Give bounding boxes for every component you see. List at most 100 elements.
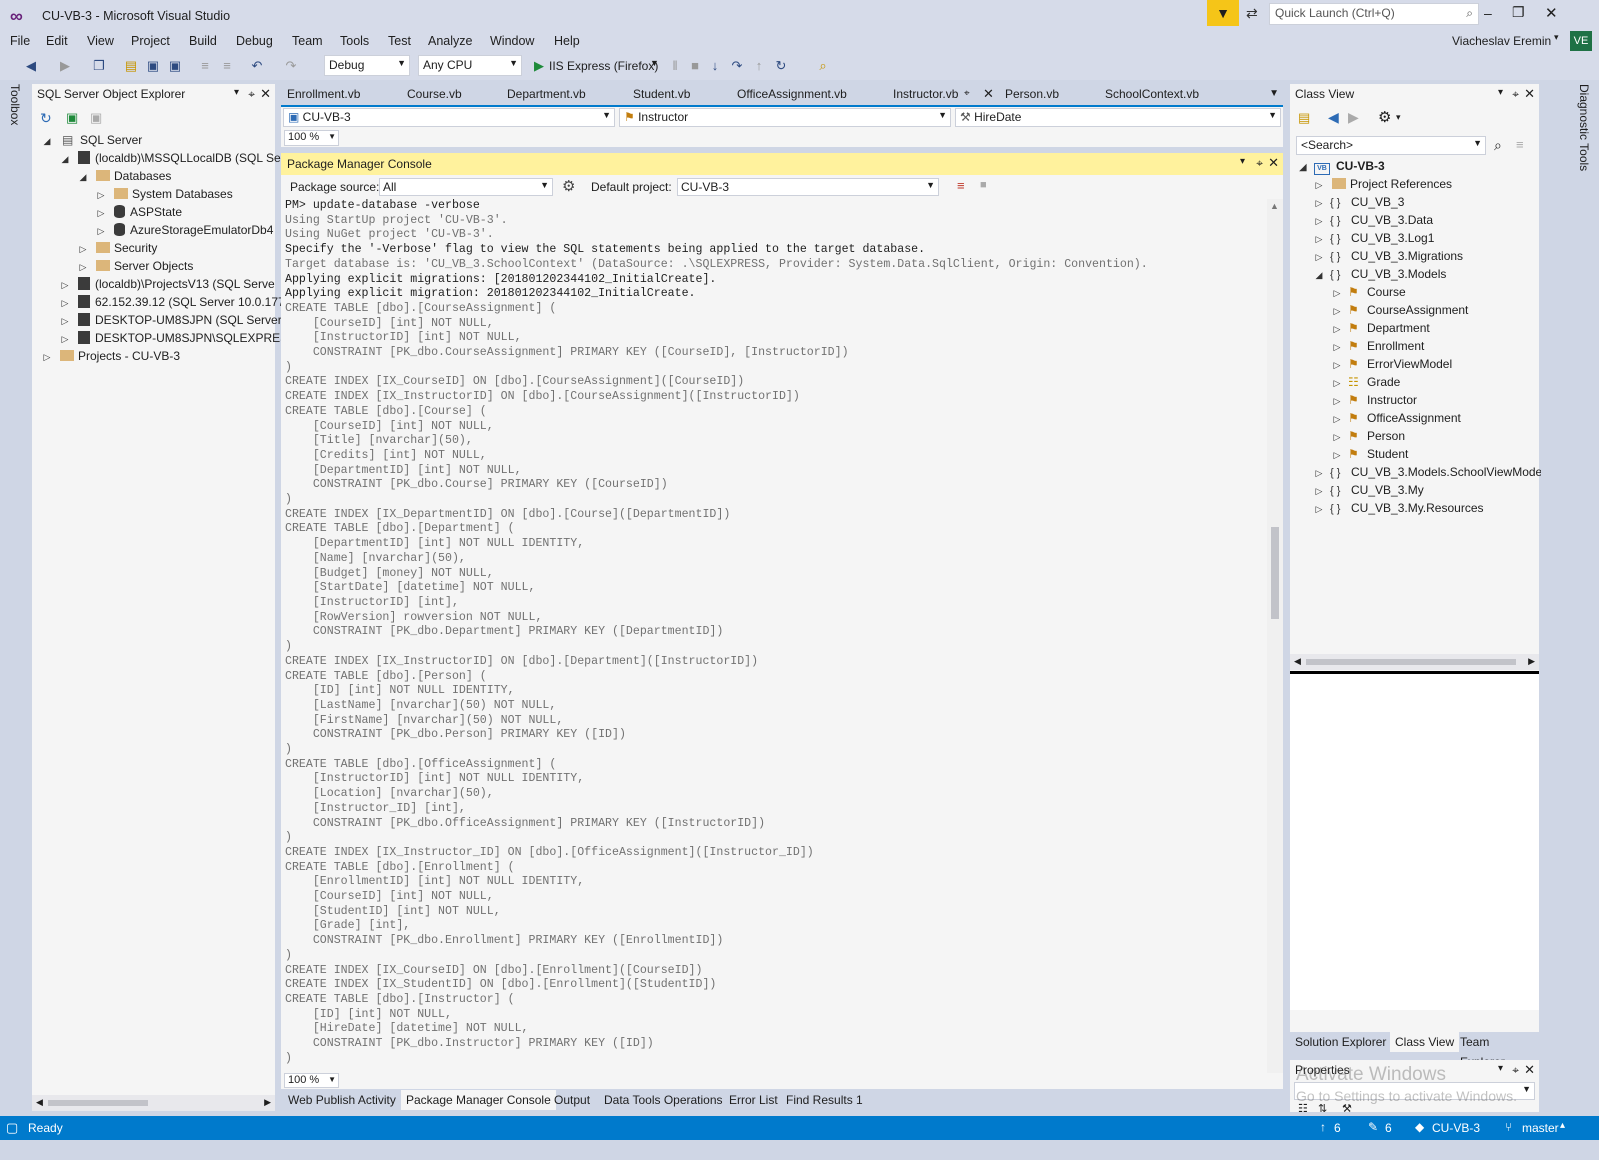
disconnect-icon[interactable]: ▣ [90, 110, 102, 126]
expand-icon[interactable]: ▷ [1330, 446, 1344, 464]
expand-icon[interactable]: ▷ [1330, 338, 1344, 356]
back-icon[interactable]: ◀ [1328, 109, 1339, 126]
expand-icon[interactable]: ▷ [94, 222, 108, 240]
close-icon[interactable]: ✕ [1524, 1062, 1535, 1078]
class-view-hscrollbar[interactable]: ◀ ▶ [1290, 654, 1539, 670]
expand-icon[interactable]: ▷ [1312, 194, 1326, 212]
expand-icon[interactable]: ▷ [94, 186, 108, 204]
collapse-icon[interactable]: ◢ [1296, 158, 1310, 176]
chevron-down-icon[interactable]: ▾ [234, 87, 239, 98]
scroll-right-icon[interactable]: ▶ [1528, 656, 1535, 667]
expand-icon[interactable]: ▷ [1312, 212, 1326, 230]
scroll-left-icon[interactable]: ◀ [1294, 656, 1301, 667]
tree-item-sql-server[interactable]: ◢ ▤ SQL Server [40, 131, 143, 149]
menu-test[interactable]: Test [388, 34, 411, 48]
new-folder-icon[interactable]: ▤ [1298, 110, 1310, 126]
tab-class-view[interactable]: Class View [1390, 1032, 1460, 1052]
notification-filter-icon[interactable]: ▼ [1207, 0, 1239, 26]
tree-item-ns-models[interactable]: ◢ { } CU_VB_3.Models [1312, 265, 1447, 284]
save-icon[interactable]: ▣ [144, 57, 162, 75]
tree-item-ns-my[interactable]: ▷ { } CU_VB_3.My [1312, 481, 1424, 499]
expand-icon[interactable]: ▷ [58, 330, 72, 348]
tree-item-class-course[interactable]: ▷ ⚑ Course [1330, 283, 1406, 301]
expand-icon[interactable]: ▷ [1312, 230, 1326, 248]
settings-gear-icon[interactable]: ⚙ [562, 177, 575, 195]
tree-item-class-office-assignment[interactable]: ▷ ⚑ OfficeAssignment [1330, 409, 1461, 427]
menu-edit[interactable]: Edit [46, 34, 68, 48]
restore-button[interactable]: ❐ [1512, 4, 1525, 21]
expand-icon[interactable]: ▷ [58, 312, 72, 330]
collapse-icon[interactable]: ◢ [1312, 266, 1326, 284]
menu-view[interactable]: View [87, 34, 114, 48]
expand-icon[interactable]: ▷ [1330, 410, 1344, 428]
expand-icon[interactable]: ▷ [1312, 248, 1326, 266]
new-project-icon[interactable]: ❐ [90, 57, 108, 75]
expand-icon[interactable]: ▷ [1330, 284, 1344, 302]
uncomment-icon[interactable]: ≡ [218, 57, 236, 75]
tab-solution-explorer[interactable]: Solution Explorer [1290, 1032, 1391, 1052]
tree-item-azure-storage-db[interactable]: ▷ AzureStorageEmulatorDb4 [94, 221, 273, 239]
collapse-icon[interactable]: ◢ [76, 168, 90, 186]
tree-item-ns-cu-vb-3[interactable]: ▷ { } CU_VB_3 [1312, 193, 1405, 212]
redo-icon[interactable]: ↷ [282, 57, 300, 75]
tab-department[interactable]: Department.vb [501, 84, 592, 105]
expand-icon[interactable]: ▷ [1312, 464, 1326, 482]
scroll-left-icon[interactable]: ◀ [36, 1097, 43, 1108]
step-over-icon[interactable]: ↷ [728, 57, 746, 75]
member-nav-select[interactable]: ⚒ HireDate ▼ [955, 108, 1281, 127]
tree-item-class-error-view-model[interactable]: ▷ ⚑ ErrorViewModel [1330, 355, 1453, 374]
minimize-button[interactable]: – [1484, 5, 1492, 21]
project-nav-select[interactable]: ▣ CU-VB-3 ▼ [283, 108, 615, 127]
find-icon[interactable]: ⌕ [814, 57, 832, 75]
search-icon[interactable]: ⌕ [1494, 137, 1502, 154]
tab-school-context[interactable]: SchoolContext.vb [1099, 84, 1205, 105]
pin-icon[interactable]: ⌖ [964, 88, 970, 99]
tab-person[interactable]: Person.vb [999, 84, 1065, 105]
forward-icon[interactable]: ▶ [1348, 109, 1359, 126]
undo-icon[interactable]: ↶ [248, 57, 266, 75]
tree-item-remote-server[interactable]: ▷ 62.152.39.12 (SQL Server 10.0.177 [58, 293, 285, 311]
expand-icon[interactable]: ▷ [1330, 320, 1344, 338]
refresh-icon[interactable]: ↻ [40, 110, 52, 127]
tab-data-tools-operations[interactable]: Data Tools Operations [599, 1090, 728, 1110]
scroll-right-icon[interactable]: ▶ [264, 1097, 271, 1108]
settings-gear-icon[interactable]: ⚙ [1378, 108, 1391, 126]
tree-item-class-enrollment[interactable]: ▷ ⚑ Enrollment [1330, 337, 1425, 356]
run-target-chevron-icon[interactable]: ▼ [650, 58, 659, 68]
save-all-icon[interactable]: ▣ [166, 57, 184, 75]
pending-changes-icon[interactable]: ✎ [1368, 1120, 1378, 1134]
branch-icon[interactable]: ⑂ [1505, 1120, 1512, 1134]
expand-icon[interactable]: ▷ [1330, 428, 1344, 446]
pending-changes-count[interactable]: 6 [1385, 1121, 1392, 1135]
tree-item-class-instructor[interactable]: ▷ ⚑ Instructor [1330, 391, 1417, 409]
expand-icon[interactable]: ▷ [94, 204, 108, 222]
expand-icon[interactable]: ▷ [1330, 356, 1344, 374]
open-file-icon[interactable]: ▤ [122, 57, 140, 75]
user-name[interactable]: Viacheslav Eremin [1452, 34, 1551, 48]
repository-name[interactable]: CU-VB-3 [1432, 1121, 1480, 1135]
menu-tools[interactable]: Tools [340, 34, 369, 48]
tree-item-class-course-assignment[interactable]: ▷ ⚑ CourseAssignment [1330, 301, 1469, 320]
quick-launch-input[interactable]: Quick Launch (Ctrl+Q) ⌕ [1269, 3, 1479, 25]
step-into-icon[interactable]: ↓ [706, 57, 724, 75]
expand-icon[interactable]: ▷ [1330, 302, 1344, 320]
scroll-thumb[interactable] [1306, 659, 1516, 665]
menu-help[interactable]: Help [554, 34, 580, 48]
feedback-icon[interactable]: ⇄ [1246, 5, 1258, 22]
expand-icon[interactable]: ▷ [76, 258, 90, 276]
tree-item-ns-school-view-models[interactable]: ▷ { } CU_VB_3.Models.SchoolViewModels [1312, 463, 1551, 481]
tab-instructor[interactable]: Instructor.vb [887, 84, 964, 105]
tree-item-ns-data[interactable]: ▷ { } CU_VB_3.Data [1312, 211, 1434, 230]
tree-item-security[interactable]: ▷ Security [76, 239, 158, 257]
menu-debug[interactable]: Debug [236, 34, 273, 48]
solution-config-select[interactable]: Debug ▼ [324, 55, 410, 76]
expand-icon[interactable]: ▷ [1312, 482, 1326, 500]
branch-chevron-icon[interactable]: ▴ [1560, 1120, 1565, 1131]
back-icon[interactable]: ◀ [22, 57, 40, 75]
close-icon[interactable]: ✕ [260, 86, 271, 102]
stop-icon[interactable]: ■ [686, 57, 704, 75]
tree-item-localdb-projects[interactable]: ▷ (localdb)\ProjectsV13 (SQL Serve [58, 275, 275, 293]
pause-icon[interactable]: ‖ [666, 57, 684, 75]
horizontal-scrollbar[interactable]: ◀ ▶ [32, 1095, 275, 1111]
tab-enrollment[interactable]: Enrollment.vb [281, 84, 366, 105]
